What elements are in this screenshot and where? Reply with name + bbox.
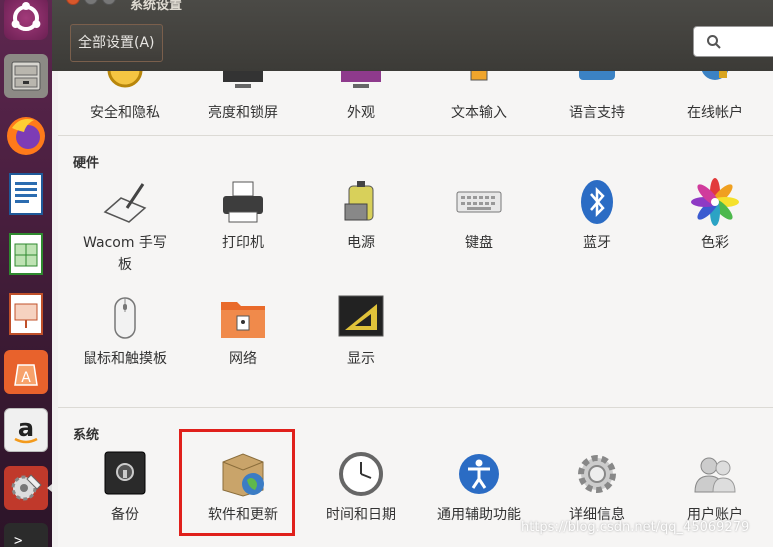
item-label: 电源 (347, 235, 375, 251)
item-user-accounts[interactable]: 用户账户 (656, 450, 773, 526)
files-button[interactable] (2, 50, 50, 102)
item-label: 网络 (229, 351, 257, 367)
window-controls (66, 0, 116, 5)
file-cabinet-icon (4, 54, 48, 98)
launcher: A a >_ (0, 0, 52, 547)
item-label: 在线帐户 (687, 105, 743, 121)
svg-text:a: a (18, 414, 34, 442)
item-printers[interactable]: 打印机 (184, 178, 302, 254)
item-label: 语言支持 (569, 105, 625, 121)
svg-text:A: A (21, 370, 31, 386)
calc-icon (4, 232, 48, 276)
item-time-date[interactable]: 时间和日期 (302, 450, 420, 526)
close-window-button[interactable] (66, 0, 80, 5)
section-title-system: 系统 (73, 428, 100, 443)
security-privacy-icon (101, 71, 149, 102)
calc-button[interactable] (2, 228, 50, 280)
maximize-window-button[interactable] (102, 0, 116, 5)
watermark-text: https://blog.csdn.net/qq_45069279 (521, 520, 750, 535)
running-indicator (47, 484, 52, 492)
terminal-icon: >_ (4, 523, 48, 547)
gear-icon (573, 450, 621, 498)
item-color[interactable]: 色彩 (656, 178, 773, 254)
printer-icon (219, 178, 267, 226)
item-label: 蓝牙 (583, 235, 611, 251)
item-label: 外观 (347, 105, 375, 121)
item-universal-access[interactable]: 通用辅助功能 (420, 450, 538, 526)
item-appearance[interactable]: 外观 (302, 71, 420, 124)
item-online-accounts[interactable]: 在线帐户 (656, 71, 773, 124)
item-label: 显示 (347, 351, 375, 367)
highlight-box (179, 429, 295, 536)
amazon-button[interactable]: a (2, 404, 50, 456)
impress-icon (4, 292, 48, 336)
header-bar: 系统设置 全部设置(A) (52, 0, 773, 71)
item-details[interactable]: 详细信息 (538, 450, 656, 526)
online-accounts-icon (691, 71, 739, 102)
item-label: 文本输入 (451, 105, 507, 121)
software-center-button[interactable]: A (2, 346, 50, 398)
item-label: 色彩 (701, 235, 729, 251)
language-support-icon (573, 71, 621, 102)
text-entry-icon (455, 71, 503, 102)
item-text-entry[interactable]: 文本输入 (420, 71, 538, 124)
item-bluetooth[interactable]: 蓝牙 (538, 178, 656, 254)
item-keyboard[interactable]: 键盘 (420, 178, 538, 254)
window-title: 系统设置 (130, 0, 183, 13)
item-label: 打印机 (222, 235, 264, 251)
network-folder-icon (219, 294, 267, 342)
minimize-window-button[interactable] (84, 0, 98, 5)
system-settings-icon (4, 466, 48, 510)
amazon-icon: a (4, 408, 48, 452)
all-settings-button[interactable]: 全部设置(A) (70, 24, 163, 62)
software-center-icon: A (4, 350, 48, 394)
section-separator (58, 135, 773, 136)
users-icon (691, 450, 739, 498)
firefox-icon (4, 114, 48, 158)
svg-text:>_: >_ (14, 533, 31, 547)
system-settings-button[interactable] (2, 462, 52, 514)
item-brightness-lock[interactable]: 亮度和锁屏 (184, 71, 302, 124)
power-battery-icon (337, 178, 385, 226)
section-title-hardware: 硬件 (73, 156, 100, 171)
display-icon (337, 294, 385, 342)
mouse-icon (101, 294, 149, 342)
item-label: 鼠标和触摸板 (83, 351, 167, 367)
writer-button[interactable] (2, 168, 50, 220)
item-label: Wacom 手写 板 (83, 235, 167, 273)
appearance-icon (337, 71, 385, 102)
ubuntu-dash-icon (4, 0, 48, 40)
backup-safe-icon (101, 450, 149, 498)
item-wacom-tablet[interactable]: Wacom 手写 板 (66, 178, 184, 276)
writer-icon (4, 172, 48, 216)
item-label: 安全和隐私 (90, 105, 160, 121)
search-icon (706, 34, 722, 54)
ubuntu-dash-button[interactable] (2, 0, 50, 44)
keyboard-icon (455, 178, 503, 226)
section-separator (58, 407, 773, 408)
item-language-support[interactable]: 语言支持 (538, 71, 656, 124)
item-network[interactable]: 网络 (184, 294, 302, 370)
item-label: 备份 (111, 507, 139, 523)
clock-icon (337, 450, 385, 498)
universal-access-icon (455, 450, 503, 498)
wacom-tablet-icon (101, 178, 149, 226)
bluetooth-icon (573, 178, 621, 226)
brightness-lock-icon (219, 71, 267, 102)
search-input[interactable] (693, 26, 773, 57)
item-backups[interactable]: 备份 (66, 450, 184, 526)
firefox-button[interactable] (2, 110, 50, 162)
item-label: 键盘 (465, 235, 493, 251)
terminal-button[interactable]: >_ (2, 514, 50, 547)
item-security-privacy[interactable]: 安全和隐私 (66, 71, 184, 124)
item-label: 时间和日期 (326, 507, 396, 523)
item-displays[interactable]: 显示 (302, 294, 420, 370)
item-mouse-touchpad[interactable]: 鼠标和触摸板 (66, 294, 184, 370)
color-icon (691, 178, 739, 226)
settings-panel: 安全和隐私 亮度和锁屏 外观 文本输入 语言支持 在线帐户 硬件 Wacom 手… (58, 71, 773, 547)
item-label: 亮度和锁屏 (208, 105, 278, 121)
item-power[interactable]: 电源 (302, 178, 420, 254)
impress-button[interactable] (2, 288, 50, 340)
